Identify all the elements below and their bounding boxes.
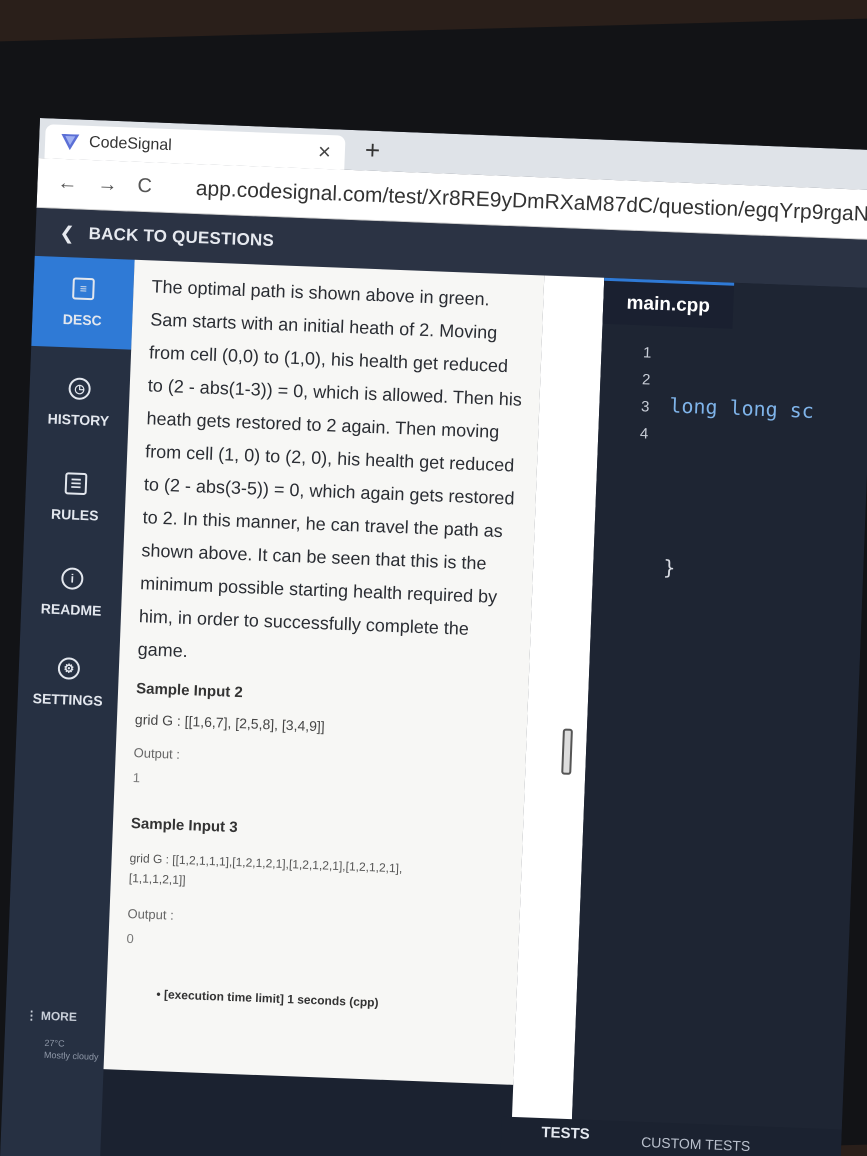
new-tab-icon[interactable]: + [364,135,380,167]
sample-3-input: grid G : [[1,2,1,1,1],[1,2,1,2,1],[1,2,1… [129,848,508,902]
back-arrow-icon[interactable]: ← [57,172,78,196]
sidebar-item-label: README [40,600,102,619]
line-number: 2 [641,371,651,389]
code-editor[interactable]: main.cpp 1 2 3 4 long long sc ​ } ​ [569,277,867,1156]
sample-2-title: Sample Input 2 [135,680,244,702]
sidebar-item-history[interactable]: ◷ HISTORY [27,356,130,450]
sample-2-input: grid G : [[1,6,7], [2,5,8], [3,4,9]] [134,711,326,735]
line-number: 4 [639,425,649,443]
clock-icon: ◷ [68,377,92,401]
line-number-gutter: 1 2 3 4 [618,339,652,448]
sidebar-item-label: DESC [62,311,103,329]
sample-2-output-label: Output : [133,745,181,762]
codesignal-logo-icon [61,133,80,151]
sample-3-output-label: Output : [127,905,175,923]
code-line: long long sc [668,393,815,423]
chevron-left-icon[interactable]: ❮ [59,222,75,244]
line-number: 3 [640,398,650,416]
sidebar-item-desc[interactable]: ≡ DESC [31,255,135,350]
reload-icon[interactable]: C [137,175,152,199]
tab-tests[interactable]: TESTS [541,1124,590,1143]
sample-2-output-value: 1 [132,770,141,786]
code-line: } [662,555,676,580]
list-icon: ☰ [64,472,88,496]
close-tab-icon[interactable]: × [318,139,332,165]
sidebar-item-rules[interactable]: ☰ RULES [24,451,127,545]
tab-title: CodeSignal [88,133,173,155]
execution-time-limit: • [execution time limit] 1 seconds (cpp) [156,987,379,1010]
sidebar-item-label: RULES [50,505,99,524]
description-paragraph: The optimal path is shown above in green… [137,276,523,662]
sidebar-item-settings[interactable]: ⚙ SETTINGS [17,636,120,730]
sidebar-item-label: SETTINGS [32,690,103,709]
gear-icon: ⚙ [57,657,81,680]
sample-3-title: Sample Input 3 [130,815,238,837]
sidebar-item-readme[interactable]: i README [20,546,123,640]
description-panel: The optimal path is shown above in green… [103,259,545,1085]
weather-desc: Mostly cloudy [43,1049,99,1062]
info-icon: i [60,567,84,590]
code-line: ​ [659,636,661,661]
code-line: ​ [665,474,667,499]
screen: CodeSignal × + ← → C app.codesignal.com/… [0,118,867,1156]
file-tab-main-cpp[interactable]: main.cpp [602,277,735,329]
resize-handle[interactable] [561,728,573,775]
sample-3-output-value: 0 [126,930,135,947]
sidebar-item-label: HISTORY [47,410,110,429]
back-to-questions-link[interactable]: BACK TO QUESTIONS [88,224,274,251]
more-button[interactable]: ⋮ MORE [25,1008,77,1024]
forward-arrow-icon[interactable]: → [97,173,118,197]
line-number: 1 [642,344,652,362]
code-content[interactable]: long long sc ​ } ​ [657,338,816,721]
weather-widget: 27°C Mostly cloudy [44,1037,99,1063]
document-icon: ≡ [72,277,95,301]
